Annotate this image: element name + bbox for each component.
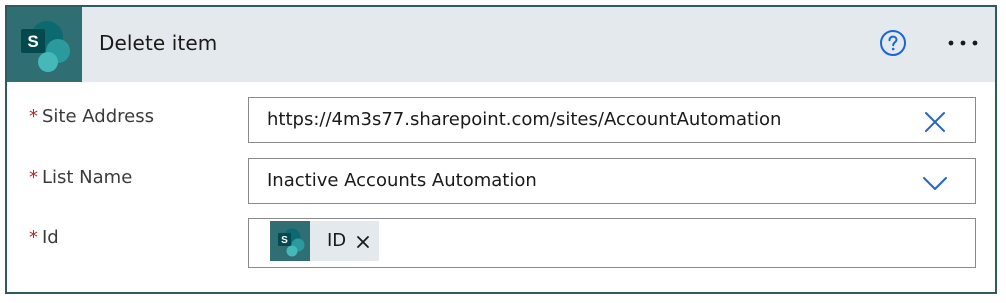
token-label: ID xyxy=(327,230,347,251)
list-name-row: * List Name Inactive Accounts Automation xyxy=(7,156,995,206)
id-label-text: Id xyxy=(42,227,59,248)
site-address-label: * Site Address xyxy=(29,106,154,127)
help-circle-icon[interactable] xyxy=(879,29,907,57)
required-asterisk: * xyxy=(29,167,38,188)
action-title: Delete item xyxy=(99,31,218,55)
id-label: * Id xyxy=(29,227,59,248)
site-address-field[interactable]: https://4m3s77.sharepoint.com/sites/Acco… xyxy=(248,97,976,143)
list-name-label-text: List Name xyxy=(42,167,133,188)
clear-x-icon[interactable] xyxy=(923,110,947,134)
chevron-down-icon[interactable] xyxy=(923,171,947,195)
site-address-label-text: Site Address xyxy=(42,106,154,127)
sharepoint-logo-box: S xyxy=(7,7,82,82)
delete-item-action-card: S Delete item * Site Address https://4m3s… xyxy=(5,5,997,294)
token-logo-box: S xyxy=(270,221,310,261)
action-header[interactable]: S Delete item xyxy=(7,7,995,82)
id-row: * Id S ID xyxy=(7,217,995,269)
sharepoint-icon: S xyxy=(278,228,305,257)
list-name-label: * List Name xyxy=(29,167,132,188)
svg-text:S: S xyxy=(27,32,38,51)
sharepoint-icon: S xyxy=(21,21,70,72)
dynamic-content-token[interactable]: S ID xyxy=(270,221,379,261)
list-name-value: Inactive Accounts Automation xyxy=(267,170,537,191)
site-address-value: https://4m3s77.sharepoint.com/sites/Acco… xyxy=(267,109,782,130)
site-address-row: * Site Address https://4m3s77.sharepoint.… xyxy=(7,95,995,145)
required-asterisk: * xyxy=(29,227,38,248)
id-field[interactable]: S ID xyxy=(248,218,976,268)
more-ellipsis-icon[interactable] xyxy=(943,31,983,55)
required-asterisk: * xyxy=(29,106,38,127)
close-icon[interactable] xyxy=(356,235,370,249)
list-name-dropdown[interactable]: Inactive Accounts Automation xyxy=(248,158,976,204)
svg-text:S: S xyxy=(281,235,288,246)
